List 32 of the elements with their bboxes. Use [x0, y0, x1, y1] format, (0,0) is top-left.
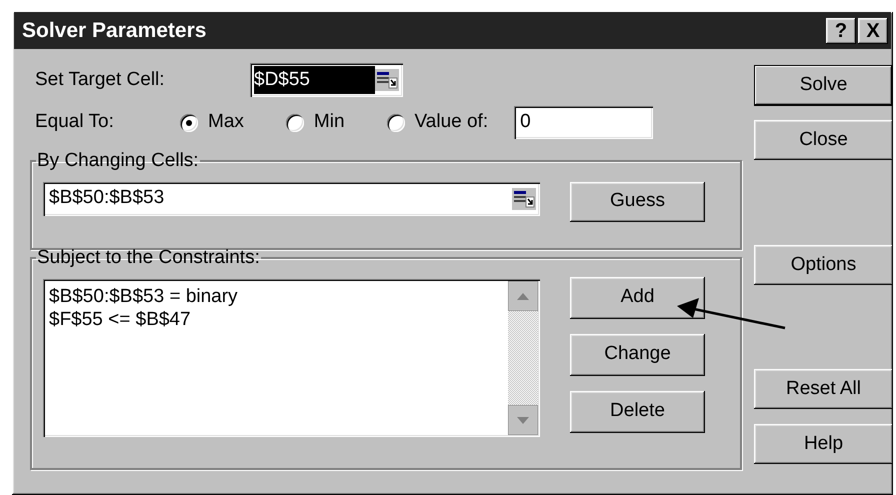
collapse-dialog-icon[interactable]: [375, 69, 399, 91]
radio-button[interactable]: [180, 114, 198, 132]
radio-button[interactable]: [286, 114, 304, 132]
radio-label: Max: [208, 110, 244, 134]
value-field[interactable]: 0: [514, 106, 654, 139]
group-label: By Changing Cells:: [36, 149, 200, 173]
radio-label: Min: [314, 110, 345, 134]
target-cell-field[interactable]: $D$55: [250, 63, 403, 97]
dialog-button[interactable]: Guess: [570, 182, 705, 222]
dialog-button[interactable]: Options: [754, 245, 893, 285]
dialog-button[interactable]: Delete: [570, 390, 705, 432]
field-value: $B$50:$B$53: [49, 186, 166, 210]
radio-button[interactable]: [386, 114, 405, 132]
dialog-button[interactable]: Change: [570, 334, 705, 376]
constraints-list[interactable]: $B$50:$B$53 = binary $F$55 <= $B$47: [43, 278, 540, 436]
title-button[interactable]: X: [858, 18, 888, 44]
changing-cells-field[interactable]: $B$50:$B$53: [43, 182, 540, 216]
dialog-button[interactable]: Solve: [754, 65, 893, 106]
dialog-button[interactable]: Close: [754, 120, 893, 160]
window-title: Solver Parameters: [22, 18, 206, 44]
list-item[interactable]: $B$50:$B$53 = binary: [49, 284, 508, 308]
collapse-dialog-icon[interactable]: [512, 188, 536, 210]
dialog-button[interactable]: Add: [570, 276, 705, 318]
title-button[interactable]: ?: [826, 18, 856, 44]
field-label: Set Target Cell:: [35, 68, 166, 92]
dialog-button[interactable]: Help: [754, 424, 893, 464]
list-item[interactable]: $F$55 <= $B$47: [49, 308, 508, 330]
field-label: Equal To:: [35, 110, 115, 134]
dialog-button[interactable]: Reset All: [754, 369, 893, 409]
field-value: $D$55: [254, 66, 375, 94]
group-label: Subject to the Constraints:: [36, 246, 261, 270]
radio-label: Value of:: [414, 110, 488, 134]
